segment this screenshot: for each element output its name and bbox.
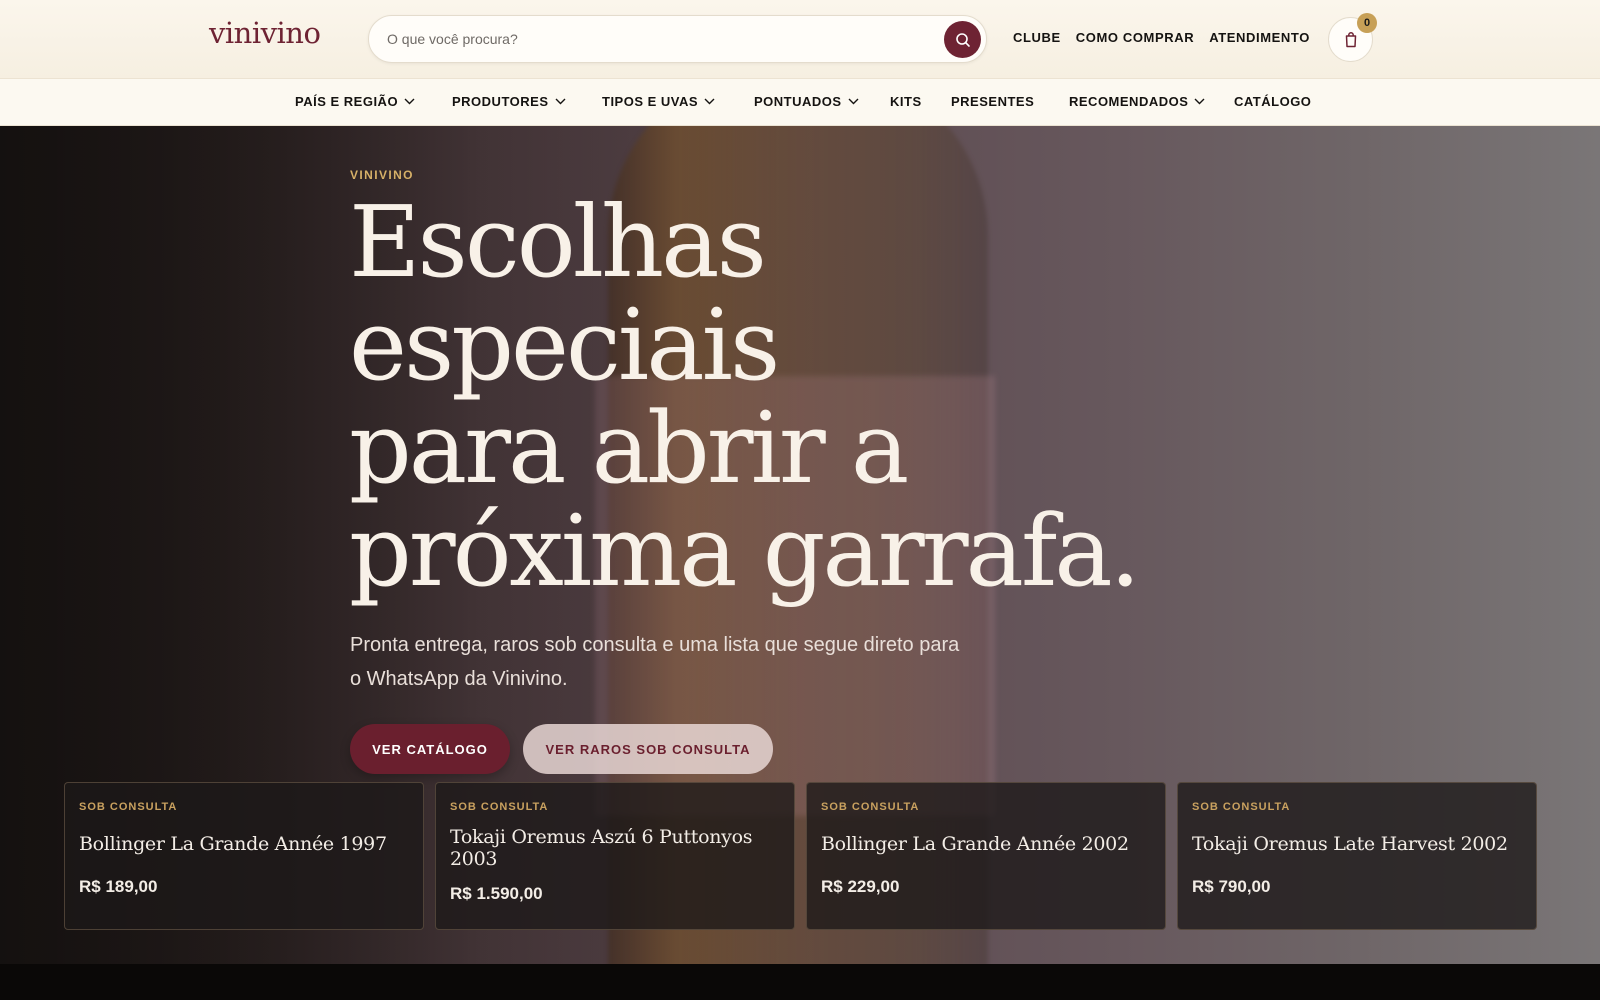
product-price: R$ 189,00 (79, 877, 158, 896)
product-cards: SOB CONSULTA Bollinger La Grande Année 1… (64, 782, 1537, 930)
nav-label: TIPOS E UVAS (602, 94, 699, 109)
hero-eyebrow: VINIVINO (350, 168, 414, 182)
hero-headline: Escolhas especiais para abrir a próxima … (349, 192, 1249, 604)
product-price: R$ 229,00 (821, 877, 900, 896)
product-tag: SOB CONSULTA (821, 801, 920, 813)
chevron-down-icon (404, 98, 415, 105)
product-name: Tokaji Oremus Aszú 6 Puttonyos 2003 (450, 826, 753, 870)
link-atendimento[interactable]: ATENDIMENTO (1209, 30, 1310, 45)
chevron-down-icon (1194, 98, 1205, 105)
search-input[interactable] (387, 16, 927, 62)
chevron-down-icon (848, 98, 859, 105)
nav-presentes[interactable]: PRESENTES (951, 94, 1034, 109)
link-como-comprar[interactable]: COMO COMPRAR (1076, 30, 1194, 45)
product-tag: SOB CONSULTA (450, 801, 549, 813)
product-card[interactable]: SOB CONSULTA Tokaji Oremus Late Harvest … (1177, 782, 1537, 930)
nav-label: PAÍS E REGIÃO (295, 94, 399, 109)
chevron-down-icon (704, 98, 715, 105)
nav-pontuados[interactable]: PONTUADOS (754, 94, 859, 109)
product-card[interactable]: SOB CONSULTA Bollinger La Grande Année 2… (806, 782, 1166, 930)
product-name: Tokaji Oremus Late Harvest 2002 (1192, 833, 1508, 855)
product-tag: SOB CONSULTA (79, 801, 178, 813)
nav-label: CATÁLOGO (1234, 94, 1312, 109)
hero-banner: VINIVINO Escolhas especiais para abrir a… (0, 126, 1600, 964)
product-price: R$ 1.590,00 (450, 884, 543, 903)
chevron-down-icon (555, 98, 566, 105)
nav-catalogo[interactable]: CATÁLOGO (1234, 94, 1311, 109)
ver-catalogo-button[interactable]: VER CATÁLOGO (350, 724, 510, 774)
shopping-bag-icon (1345, 32, 1356, 48)
main-nav: PAÍS E REGIÃO PRODUTORES TIPOS E UVAS PO… (0, 79, 1600, 126)
headline-line: próxima garrafa. (349, 495, 1141, 609)
search-icon (955, 32, 970, 47)
subtitle-line: o WhatsApp da Vinivino. (350, 668, 568, 690)
nav-recomendados[interactable]: RECOMENDADOS (1069, 94, 1205, 109)
search-button[interactable] (944, 21, 981, 58)
subtitle-line: Pronta entrega, raros sob consulta e uma… (350, 634, 960, 656)
link-clube[interactable]: CLUBE (1013, 30, 1061, 45)
headline-line: especiais (349, 289, 780, 403)
nav-produtores[interactable]: PRODUTORES (452, 94, 566, 109)
product-name: Bollinger La Grande Année 2002 (821, 833, 1129, 855)
search-bar (368, 15, 987, 63)
nav-kits[interactable]: KITS (890, 94, 922, 109)
product-card[interactable]: SOB CONSULTA Tokaji Oremus Aszú 6 Putton… (435, 782, 795, 930)
product-tag: SOB CONSULTA (1192, 801, 1291, 813)
product-card[interactable]: SOB CONSULTA Bollinger La Grande Année 1… (64, 782, 424, 930)
nav-tipos-e-uvas[interactable]: TIPOS E UVAS (602, 94, 715, 109)
site-header: vinivino CLUBE COMO COMPRAR ATENDIMENTO … (0, 0, 1600, 79)
headline-line: Escolhas (349, 186, 767, 300)
nav-label: PONTUADOS (754, 94, 842, 109)
headline-line: para abrir a (349, 392, 909, 506)
nav-label: PRESENTES (951, 94, 1035, 109)
nav-label: KITS (890, 94, 922, 109)
nav-pais-e-regiao[interactable]: PAÍS E REGIÃO (295, 94, 415, 109)
nav-label: PRODUTORES (452, 94, 549, 109)
ver-raros-button[interactable]: VER RAROS SOB CONSULTA (523, 724, 773, 774)
product-price: R$ 790,00 (1192, 877, 1271, 896)
site-logo[interactable]: vinivino (209, 16, 321, 50)
product-name: Bollinger La Grande Année 1997 (79, 833, 387, 855)
nav-label: RECOMENDADOS (1069, 94, 1189, 109)
cart-count-badge: 0 (1357, 13, 1377, 33)
page-bottom-strip (0, 964, 1600, 1000)
top-links: CLUBE COMO COMPRAR ATENDIMENTO (1013, 30, 1325, 45)
hero-subtitle: Pronta entrega, raros sob consulta e uma… (350, 628, 1050, 696)
